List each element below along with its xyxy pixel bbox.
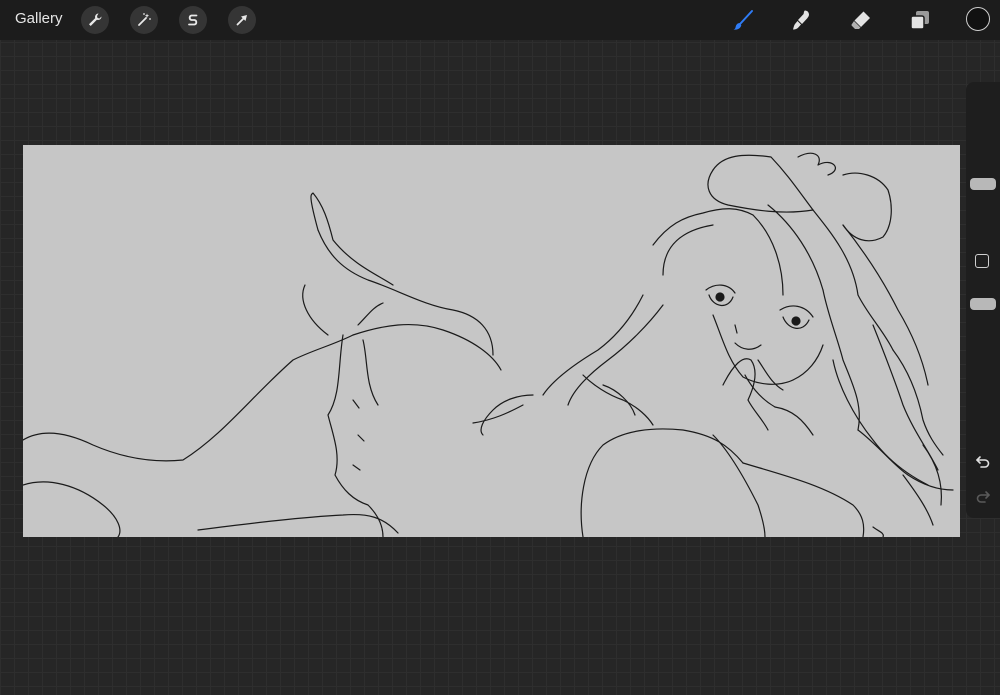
redo-icon — [976, 491, 990, 503]
smudge-icon — [793, 10, 809, 30]
layers-icon — [910, 11, 929, 30]
magic-wand-icon — [138, 13, 151, 26]
transform-button[interactable] — [228, 6, 256, 34]
selection-button[interactable] — [179, 6, 207, 34]
arrow-cursor-icon — [236, 15, 247, 26]
wrench-icon — [89, 13, 102, 26]
adjustments-button[interactable] — [130, 6, 158, 34]
layers-button[interactable] — [906, 6, 934, 34]
opacity-slider[interactable] — [970, 298, 996, 310]
undo-icon — [976, 456, 990, 468]
brush-sidebar — [966, 82, 1000, 518]
erase-tool-button[interactable] — [847, 6, 875, 34]
brush-icon — [733, 10, 753, 30]
brush-size-slider[interactable] — [970, 178, 996, 190]
undo-button[interactable] — [973, 452, 993, 472]
top-toolbar: Gallery — [0, 0, 1000, 40]
eraser-icon — [851, 11, 870, 29]
selection-s-icon — [188, 14, 198, 26]
actions-button[interactable] — [81, 6, 109, 34]
drawing-canvas[interactable] — [23, 145, 960, 537]
color-picker-button[interactable] — [966, 7, 990, 31]
smudge-tool-button[interactable] — [788, 6, 816, 34]
lineart-sketch — [23, 152, 954, 537]
gallery-button[interactable]: Gallery — [15, 10, 63, 28]
paint-tool-button[interactable] — [729, 6, 757, 34]
redo-button[interactable] — [973, 487, 993, 507]
modify-button[interactable] — [975, 254, 989, 268]
